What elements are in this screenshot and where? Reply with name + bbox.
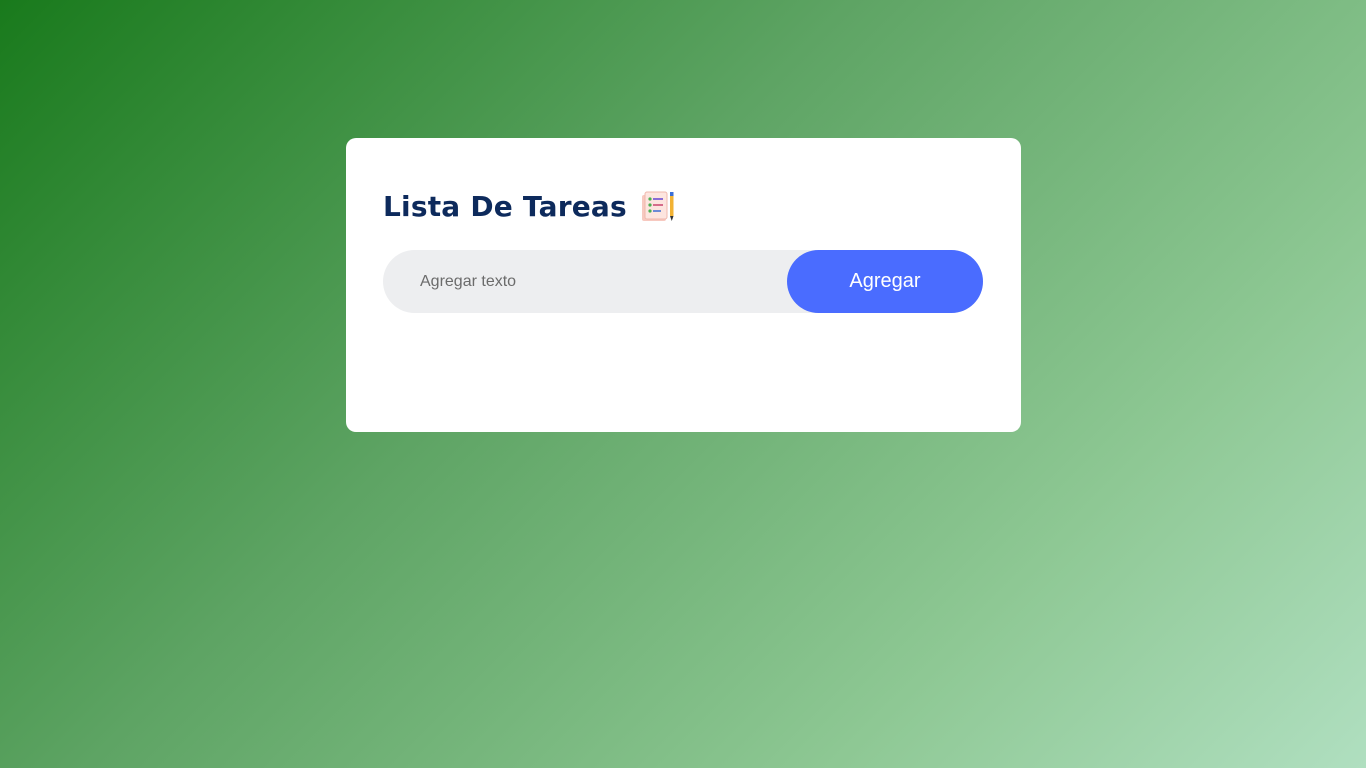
todo-card: Lista De Tareas Agregar xyxy=(346,138,1021,432)
task-input[interactable] xyxy=(383,250,803,313)
page-title: Lista De Tareas xyxy=(383,189,627,223)
clipboard-checklist-icon xyxy=(641,190,675,222)
add-button[interactable]: Agregar xyxy=(787,250,983,313)
header: Lista De Tareas xyxy=(383,188,675,224)
add-task-form: Agregar xyxy=(383,250,983,313)
task-list xyxy=(383,333,983,403)
